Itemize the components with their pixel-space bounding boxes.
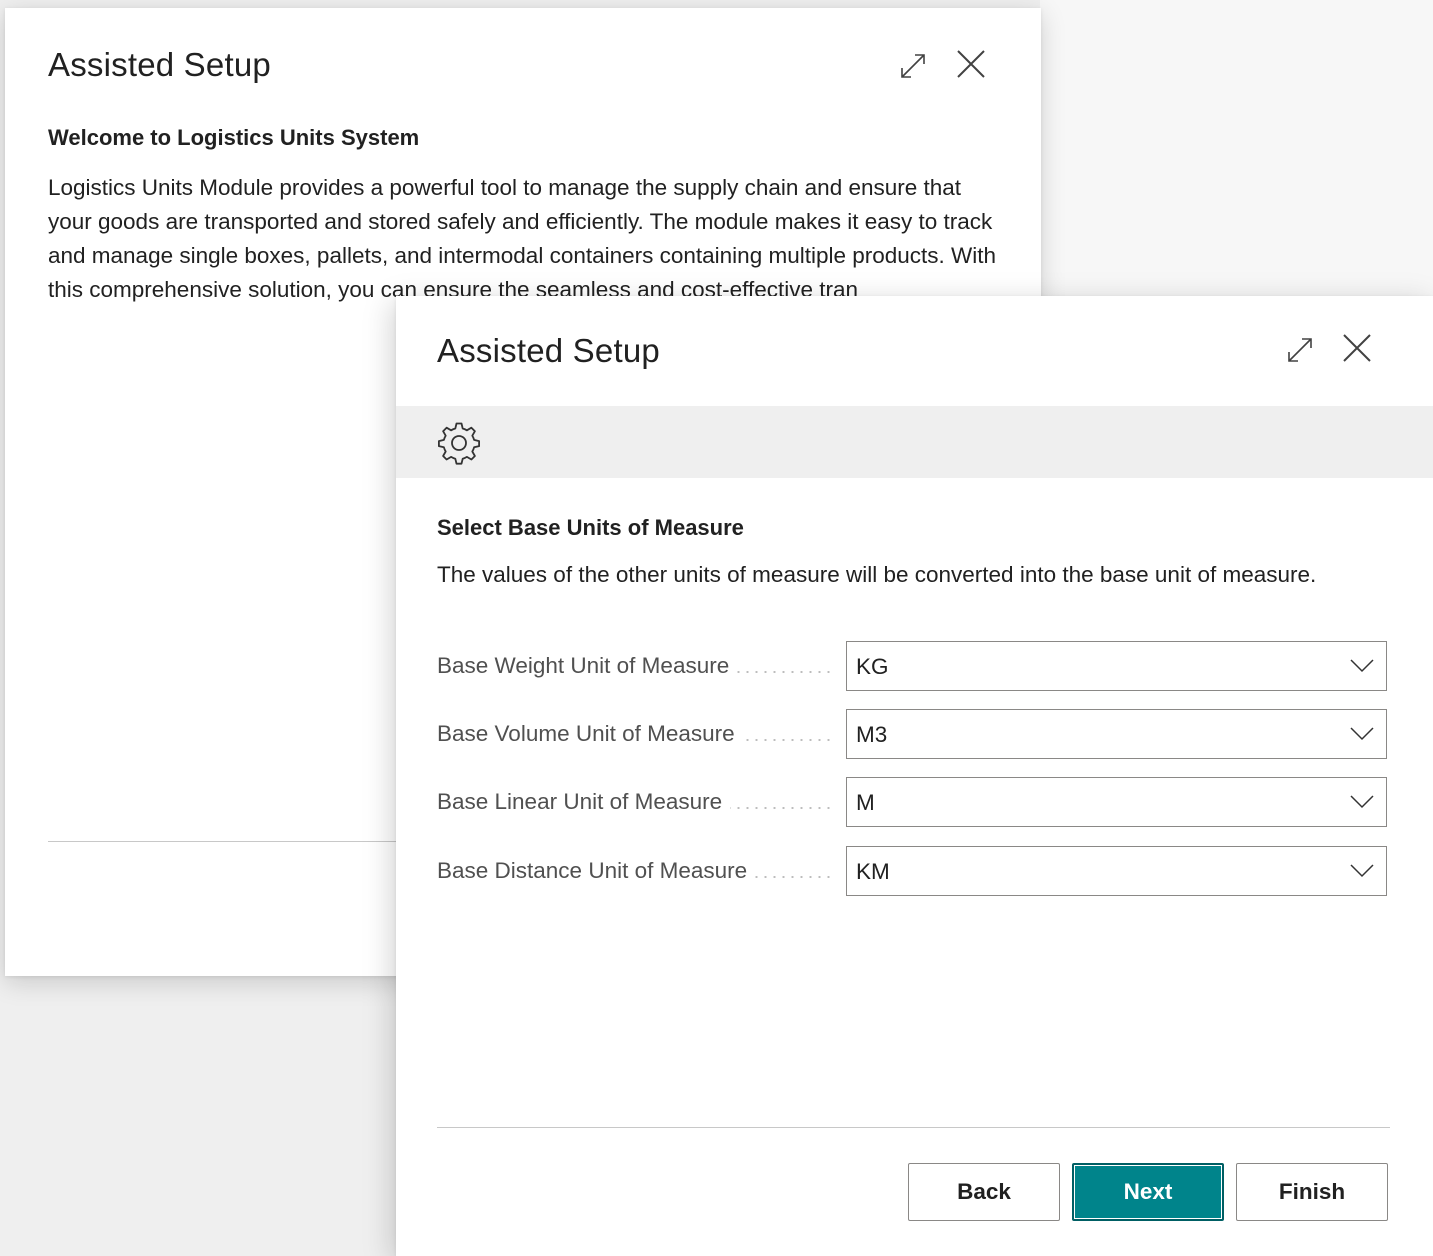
base-weight-uom-select[interactable]: KG xyxy=(846,641,1387,691)
units-setup-dialog: Assisted Setup Select Base Units of Meas… xyxy=(396,296,1433,1256)
base-distance-uom-value: KM xyxy=(856,859,890,884)
expand-button[interactable] xyxy=(895,48,931,84)
chevron-down-icon xyxy=(1350,795,1374,809)
chevron-down-icon xyxy=(1350,727,1374,741)
divider xyxy=(437,1127,1390,1128)
background-panel xyxy=(1040,0,1433,300)
welcome-heading: Welcome to Logistics Units System xyxy=(48,125,420,150)
welcome-body: Logistics Units Module provides a powerf… xyxy=(48,175,997,302)
base-distance-uom-select[interactable]: KM xyxy=(846,846,1387,896)
chevron-down-icon xyxy=(1350,864,1374,878)
finish-button[interactable]: Finish xyxy=(1236,1163,1388,1221)
banner-band xyxy=(396,406,1433,478)
base-weight-uom-label: Base Weight Unit of Measure xyxy=(437,653,738,679)
base-linear-uom-row: Base Linear Unit of Measure M xyxy=(437,777,1389,829)
close-button[interactable] xyxy=(953,46,989,82)
base-weight-uom-row: Base Weight Unit of Measure KG xyxy=(437,641,1389,693)
section-heading: Select Base Units of Measure xyxy=(437,515,744,540)
close-icon xyxy=(957,50,985,78)
back-button[interactable]: Back xyxy=(908,1163,1060,1221)
expand-icon xyxy=(901,54,925,78)
close-button[interactable] xyxy=(1339,330,1375,366)
close-icon xyxy=(1343,334,1371,362)
base-volume-uom-select[interactable]: M3 xyxy=(846,709,1387,759)
expand-button[interactable] xyxy=(1282,332,1318,368)
base-linear-uom-label: Base Linear Unit of Measure xyxy=(437,789,731,815)
dialog-title: Assisted Setup xyxy=(437,332,660,369)
base-distance-uom-label: Base Distance Unit of Measure xyxy=(437,858,756,884)
chevron-down-icon xyxy=(1350,659,1374,673)
base-volume-uom-label: Base Volume Unit of Measure xyxy=(437,721,743,747)
base-volume-uom-value: M3 xyxy=(856,722,888,747)
next-button[interactable]: Next xyxy=(1072,1163,1224,1221)
base-volume-uom-row: Base Volume Unit of Measure M3 xyxy=(437,709,1389,761)
section-description: The values of the other units of measure… xyxy=(437,562,1317,587)
base-weight-uom-value: KG xyxy=(856,654,889,679)
base-distance-uom-row: Base Distance Unit of Measure KM xyxy=(437,846,1389,898)
base-linear-uom-select[interactable]: M xyxy=(846,777,1387,827)
expand-icon xyxy=(1288,338,1312,362)
dialog-title: Assisted Setup xyxy=(48,46,271,83)
gear-icon xyxy=(438,422,480,465)
base-linear-uom-value: M xyxy=(856,790,875,815)
